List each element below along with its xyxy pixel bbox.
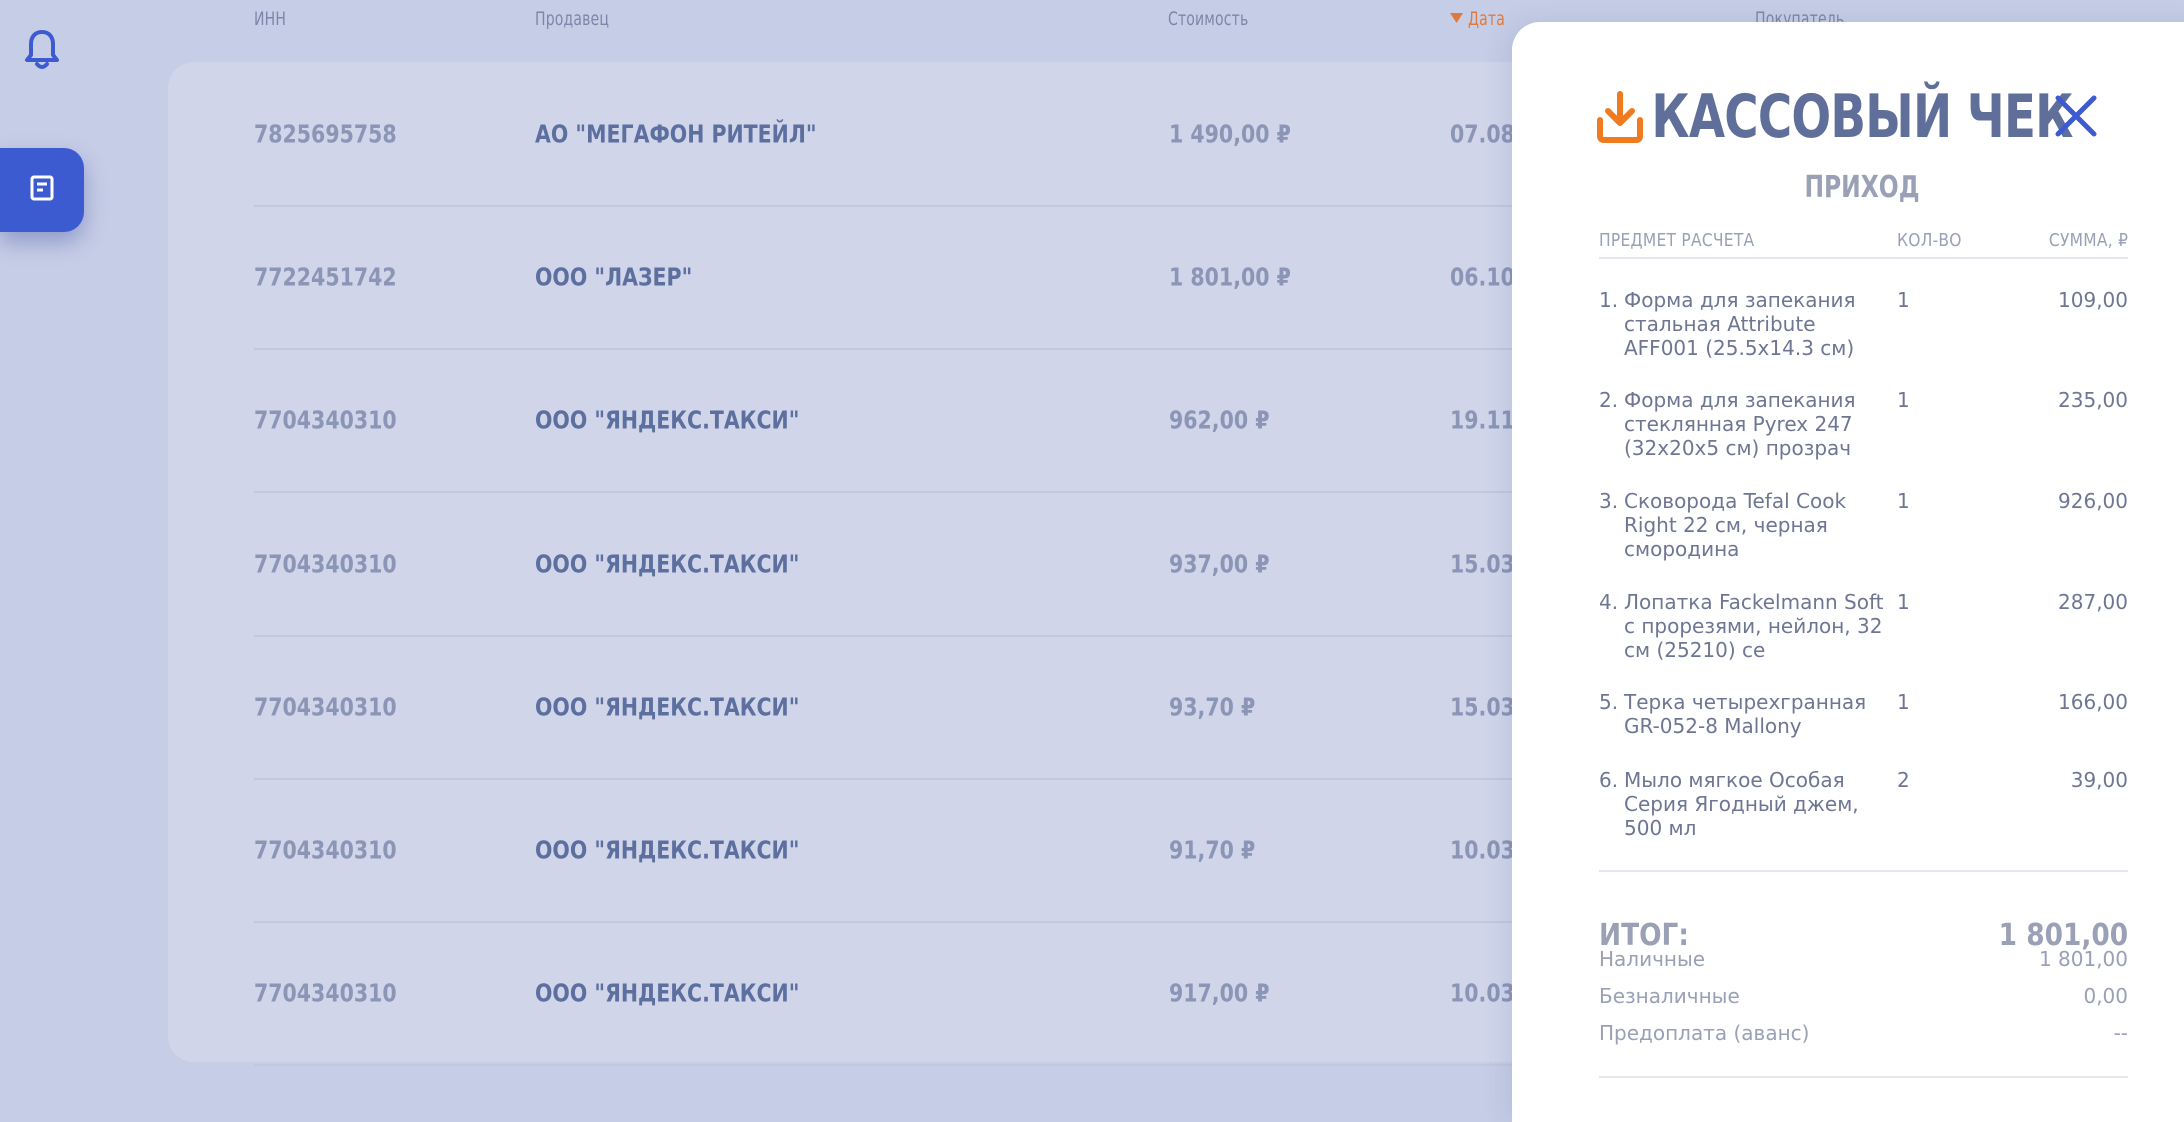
payment-label: Безналичные — [1599, 984, 1740, 1008]
cell-inn: 7704340310 — [254, 978, 397, 1007]
cell-seller: ООО "ЯНДЕКС.ТАКСИ" — [535, 835, 800, 864]
cell-cost: 937,00 ₽ — [1169, 549, 1270, 578]
close-icon[interactable] — [2054, 94, 2098, 138]
item-qty: 2 — [1897, 768, 1910, 792]
payment-value: -- — [2113, 1021, 2128, 1045]
item-number: 1. — [1599, 288, 1619, 312]
item-qty: 1 — [1897, 690, 1910, 714]
item-qty: 1 — [1897, 590, 1910, 614]
item-sum: 109,00 — [2058, 288, 2128, 312]
sort-desc-icon — [1450, 12, 1464, 23]
cell-inn: 7704340310 — [254, 692, 397, 721]
cell-inn: 7704340310 — [254, 549, 397, 578]
receipt-subtitle: ПРИХОД — [1804, 170, 1920, 205]
divider — [1599, 1076, 2128, 1078]
item-name: Терка четырехгранная GR-052-8 Mallony — [1624, 690, 1867, 738]
cell-cost: 962,00 ₽ — [1169, 405, 1270, 434]
receipt-panel: КАССОВЫЙ ЧЕК ПРИХОД ПРЕДМЕТ РАСЧЕТА КОЛ-… — [1512, 22, 2184, 1122]
item-sum: 235,00 — [2058, 388, 2128, 412]
receipts-nav-button[interactable] — [0, 148, 84, 232]
receipt-header-sum: СУММА, ₽ — [2048, 230, 2128, 251]
item-name: Форма для запекания стальная Attribute A… — [1624, 288, 1856, 360]
item-number: 3. — [1599, 489, 1619, 513]
cell-seller: ООО "ЯНДЕКС.ТАКСИ" — [535, 405, 800, 434]
receipt-header-qty: КОЛ-ВО — [1897, 230, 1962, 251]
cell-cost: 1 801,00 ₽ — [1169, 262, 1291, 291]
cell-inn: 7825695758 — [254, 119, 397, 148]
cell-seller: ООО "ЯНДЕКС.ТАКСИ" — [535, 549, 800, 578]
item-name: Форма для запекания стеклянная Pyrex 247… — [1624, 388, 1856, 460]
cell-cost: 91,70 ₽ — [1169, 835, 1256, 864]
column-header-inn[interactable]: ИНН — [254, 8, 286, 30]
item-qty: 1 — [1897, 288, 1910, 312]
cell-inn: 7722451742 — [254, 262, 397, 291]
item-number: 4. — [1599, 590, 1619, 614]
column-header-seller[interactable]: Продавец — [535, 8, 609, 30]
cell-cost: 93,70 ₽ — [1169, 692, 1256, 721]
item-sum: 926,00 — [2058, 489, 2128, 513]
item-name: Лопатка Fackelmann Soft с прорезями, ней… — [1624, 590, 1884, 662]
divider — [1599, 870, 2128, 872]
cell-seller: ООО "ЯНДЕКС.ТАКСИ" — [535, 692, 800, 721]
payment-value: 1 801,00 — [2038, 947, 2128, 971]
item-sum: 39,00 — [2070, 768, 2128, 792]
cell-seller: ООО "ЯНДЕКС.ТАКСИ" — [535, 978, 800, 1007]
column-header-date-label: Дата — [1468, 8, 1505, 30]
item-name: Сковорода Tefal Cook Right 22 см, черная… — [1624, 489, 1847, 561]
item-qty: 1 — [1897, 388, 1910, 412]
cell-seller: ООО "ЛАЗЕР" — [535, 262, 693, 291]
cell-cost: 917,00 ₽ — [1169, 978, 1270, 1007]
receipt-icon — [29, 174, 55, 207]
cell-cost: 1 490,00 ₽ — [1169, 119, 1291, 148]
item-number: 2. — [1599, 388, 1619, 412]
divider — [1599, 257, 2128, 259]
payment-value: 0,00 — [2083, 984, 2128, 1008]
item-name: Мыло мягкое Особая Серия Ягодный джем, 5… — [1624, 768, 1859, 840]
item-number: 5. — [1599, 690, 1619, 714]
receipt-header-name: ПРЕДМЕТ РАСЧЕТА — [1599, 230, 1755, 251]
item-sum: 287,00 — [2058, 590, 2128, 614]
column-header-date[interactable]: Дата — [1450, 8, 1505, 30]
cell-inn: 7704340310 — [254, 405, 397, 434]
item-number: 6. — [1599, 768, 1619, 792]
column-header-cost[interactable]: Стоимость — [1168, 8, 1248, 30]
cell-inn: 7704340310 — [254, 835, 397, 864]
cell-seller: АО "МЕГАФОН РИТЕЙЛ" — [535, 119, 817, 148]
item-qty: 1 — [1897, 489, 1910, 513]
item-sum: 166,00 — [2058, 690, 2128, 714]
payment-label: Предоплата (аванс) — [1599, 1021, 1810, 1045]
bell-icon[interactable] — [24, 28, 60, 70]
payment-label: Наличные — [1599, 947, 1706, 971]
